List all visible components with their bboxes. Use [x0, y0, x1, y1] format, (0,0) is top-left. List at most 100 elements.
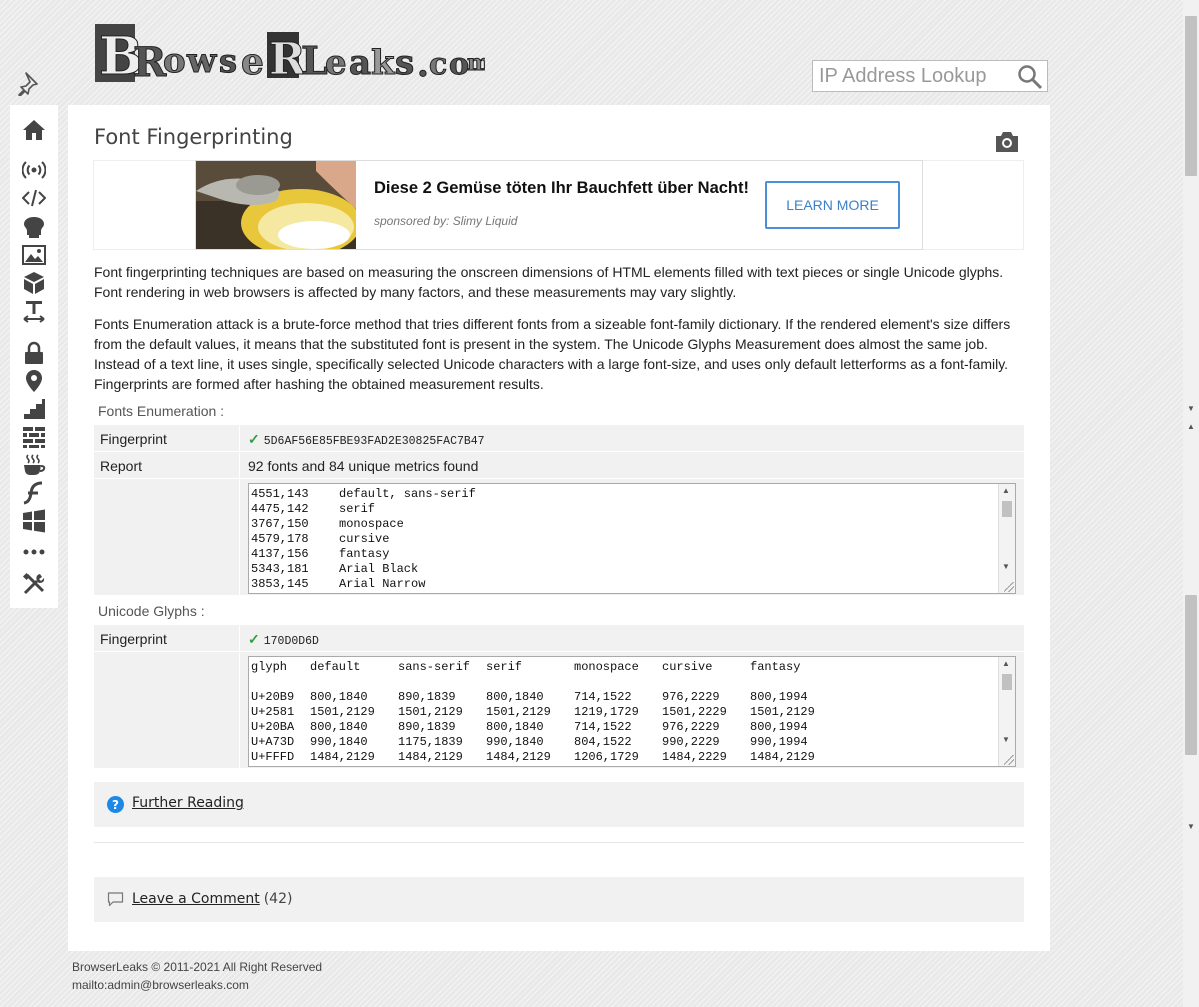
svg-text:k: k: [371, 43, 396, 83]
footer: BrowserLeaks © 2011-2021 All Right Reser…: [72, 958, 322, 994]
glyph-header-line: glyph default sans-serif serif monospace curs…: [251, 660, 997, 675]
glyph-line-cell: 800,1840: [310, 720, 368, 734]
search-icon[interactable]: [1017, 64, 1043, 90]
glyph-line-cell: 800,1840: [486, 690, 544, 704]
glyph-line-cell: 1484,2129: [310, 750, 375, 764]
more-dots-icon[interactable]: [21, 539, 47, 565]
stairs-icon[interactable]: [21, 396, 47, 422]
glyph-line-cell: 890,1839: [398, 720, 456, 734]
ip-lookup-input[interactable]: [813, 61, 1020, 91]
unicode-fingerprint-row: Fingerprint ✓ 170D0D6D: [94, 625, 1024, 652]
svg-text:R: R: [133, 39, 167, 86]
flash-icon[interactable]: [21, 480, 47, 506]
site-logo[interactable]: B R o w s e R L e a k s . c o m: [95, 18, 491, 88]
svg-text:s: s: [219, 42, 237, 80]
svg-text:m: m: [467, 50, 485, 76]
font-metric-line: 5343,181 Arial Black: [251, 562, 997, 577]
footer-copyright: BrowserLeaks © 2011-2021 All Right Reser…: [72, 960, 323, 974]
glyph-line-cell: 800,1994: [750, 690, 808, 704]
font-metric-value: 4137,156: [251, 547, 309, 561]
check-icon: ✓: [248, 431, 260, 447]
lock-icon[interactable]: [21, 340, 47, 366]
brick-wall-icon[interactable]: [21, 424, 47, 450]
glyph-line-cell: U+20B9: [251, 690, 295, 704]
glyph-line-cell: 800,1840: [486, 720, 544, 734]
scroll-thumb[interactable]: [1002, 674, 1012, 690]
glyph-line-cell: 1501,2129: [486, 705, 551, 719]
code-icon[interactable]: [21, 185, 47, 211]
leave-comment-link[interactable]: Leave a Comment: [132, 891, 260, 907]
scroll-down-icon[interactable]: ▼: [1187, 404, 1195, 413]
scroll-up-icon[interactable]: ▲: [1187, 422, 1195, 431]
image-icon[interactable]: [21, 242, 47, 268]
home-icon[interactable]: [21, 117, 47, 143]
scroll-down-icon[interactable]: ▼: [1002, 735, 1010, 744]
font-metric-line: 3853,145 Arial Narrow: [251, 577, 997, 592]
font-size-icon[interactable]: [21, 298, 47, 324]
glyph-line: U+20B9 800,1840 890,1839 800,1840 714,1522 97…: [251, 690, 997, 705]
font-name: cursive: [339, 532, 390, 546]
resize-grip-icon[interactable]: [1004, 755, 1014, 765]
svg-text:a: a: [349, 43, 371, 83]
unicode-glyphs-textarea[interactable]: glyph default sans-serif serif monospace curs…: [248, 656, 1016, 767]
java-cup-icon[interactable]: [21, 452, 47, 478]
fonts-list-scrollbar[interactable]: ▲ ▼: [998, 484, 1015, 593]
fonts-list-textarea[interactable]: 4551,143 default, sans-serif 4475,142 serif…: [248, 483, 1016, 594]
glyph-line-cell: 990,1994: [750, 735, 808, 749]
resize-grip-icon[interactable]: [1004, 582, 1014, 592]
comment-line: Leave a Comment (42): [132, 890, 292, 908]
pin-icon[interactable]: [17, 70, 43, 96]
unicode-table-row: glyph default sans-serif serif monospace curs…: [94, 652, 1024, 769]
scroll-up-icon[interactable]: ▲: [1002, 659, 1010, 668]
windows-icon[interactable]: [21, 508, 47, 534]
svg-text:L: L: [301, 38, 328, 83]
font-metric-value: 4579,178: [251, 532, 309, 546]
page-scrollbar[interactable]: ▼ ▲ ▼: [1183, 0, 1199, 1007]
scroll-down-icon[interactable]: ▼: [1002, 562, 1010, 571]
font-name: default, sans-serif: [339, 487, 476, 501]
main-content: Font Fingerprinting Diese 2 Gemüse töten…: [68, 105, 1050, 951]
glyph-line-cell: 1484,2129: [486, 750, 551, 764]
ad-headline[interactable]: Diese 2 Gemüse töten Ihr Bauchfett über …: [374, 180, 754, 197]
scroll-thumb[interactable]: [1002, 501, 1012, 517]
unicode-fingerprint-label: Fingerprint: [94, 625, 240, 651]
ad-image: [196, 161, 356, 249]
glyph-line-cell: U+2581: [251, 705, 295, 719]
glyph-line-cell: 714,1522: [574, 690, 632, 704]
radio-signal-icon[interactable]: [21, 157, 47, 183]
glyph-line-cell: 976,2229: [662, 720, 720, 734]
divider: [94, 842, 1024, 843]
tools-icon[interactable]: [21, 571, 47, 597]
advertisement[interactable]: Diese 2 Gemüse töten Ihr Bauchfett über …: [195, 160, 923, 250]
fonts-fingerprint-value: 5D6AF56E85FBE93FAD2E30825FAC7B47: [263, 435, 485, 448]
glyph-line-cell: 1501,2129: [398, 705, 463, 719]
webgl-icon[interactable]: [21, 214, 47, 240]
scroll-up-icon[interactable]: ▲: [1002, 486, 1010, 495]
location-pin-icon[interactable]: [21, 368, 47, 394]
svg-text:e: e: [325, 43, 347, 83]
glyph-line-cell: 990,1840: [310, 735, 368, 749]
cube-icon[interactable]: [21, 270, 47, 296]
unicode-glyphs-scrollbar[interactable]: ▲ ▼: [998, 657, 1015, 766]
svg-text:?: ?: [112, 798, 119, 812]
camera-icon[interactable]: [994, 130, 1020, 154]
svg-text:o: o: [163, 41, 186, 81]
glyph-header-line-cell: glyph: [251, 660, 288, 674]
comment-icon: [107, 892, 124, 907]
page-scroll-thumb-bottom[interactable]: [1185, 595, 1197, 755]
svg-text:c: c: [429, 47, 447, 82]
learn-more-button[interactable]: LEARN MORE: [765, 181, 900, 229]
glyph-line-cell: 976,2229: [662, 690, 720, 704]
fonts-enumeration-label: Fonts Enumeration :: [98, 403, 225, 419]
further-reading-link[interactable]: Further Reading: [132, 795, 244, 811]
page-scroll-thumb-top[interactable]: [1185, 16, 1197, 176]
fonts-fingerprint-row: Fingerprint ✓ 5D6AF56E85FBE93FAD2E30825FA…: [94, 425, 1024, 452]
fonts-list-label-cell: [94, 479, 240, 595]
footer-email[interactable]: mailto:admin@browserleaks.com: [72, 976, 322, 994]
sidebar: [10, 105, 58, 608]
fonts-report-row: Report 92 fonts and 84 unique metrics fo…: [94, 452, 1024, 479]
font-metric-value: 5343,181: [251, 562, 309, 576]
scroll-down-icon[interactable]: ▼: [1187, 822, 1195, 831]
intro-paragraph-1: Font fingerprinting techniques are based…: [94, 264, 1004, 300]
comment-box: Leave a Comment (42): [94, 877, 1024, 922]
